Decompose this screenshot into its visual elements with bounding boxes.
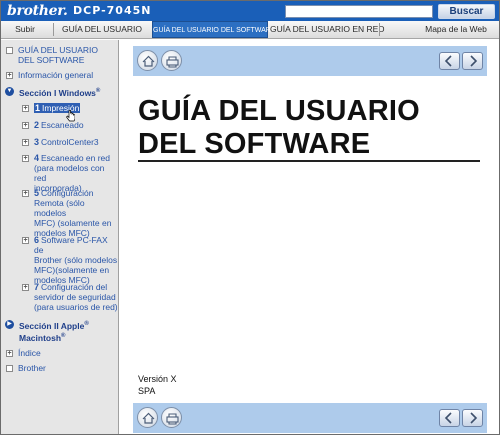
next-page-button[interactable] <box>462 409 483 427</box>
sidebar-item-sublabel: Brother (sólo modelos <box>34 255 118 265</box>
page-icon <box>6 365 13 372</box>
sidebar-section-macintosh[interactable]: ▶ Sección II Apple® Macintosh® <box>5 319 115 343</box>
sidebar-item-informacion[interactable]: + Información general <box>6 70 93 80</box>
bottom-toolbar <box>133 403 487 433</box>
arrow-left-icon <box>444 55 452 67</box>
expand-icon: + <box>22 155 29 162</box>
arrow-left-icon <box>444 412 452 424</box>
page-title-line2: DEL SOFTWARE <box>138 128 371 160</box>
print-button[interactable] <box>161 50 182 71</box>
sidebar-section-windows[interactable]: ▼ Sección I Windows® <box>5 86 100 98</box>
expand-icon: + <box>22 284 29 291</box>
sidebar-item-7[interactable]: + 7 Configuración del servidor de segurida… <box>22 282 118 312</box>
home-icon <box>142 55 155 67</box>
previous-page-button[interactable] <box>439 52 460 70</box>
print-button[interactable] <box>161 407 182 428</box>
sidebar-item-label: Índice <box>18 348 41 358</box>
page-title-line1: GUÍA DEL USUARIO <box>138 95 420 127</box>
search-button[interactable]: Buscar <box>438 4 495 19</box>
tab-guia-usuario[interactable]: GUÍA DEL USUARIO <box>57 21 147 38</box>
sidebar-item-label: Brother <box>18 363 46 373</box>
expand-icon: + <box>22 139 29 146</box>
sidebar-item-label: Escaneado <box>41 120 84 130</box>
printer-icon <box>166 56 179 68</box>
arrow-right-icon <box>470 55 478 67</box>
home-button[interactable] <box>137 50 158 71</box>
main-content: GUÍA DEL USUARIO DEL SOFTWARE Versión X … <box>121 40 499 434</box>
item-number: 2 <box>34 120 40 130</box>
sidebar-item-brother[interactable]: Brother <box>6 363 46 373</box>
nav-bar: Subir GUÍA DEL USUARIO GUÍA DEL USUARIO … <box>1 21 499 39</box>
registered-mark: ® <box>61 332 66 339</box>
sidebar-item-sublabel: MFC) (solamente en <box>34 218 112 228</box>
item-number: 1 <box>35 103 41 113</box>
tab-subir[interactable]: Subir <box>3 21 47 38</box>
expand-icon: + <box>22 190 29 197</box>
search-input[interactable] <box>285 5 433 18</box>
hand-cursor-icon <box>66 110 75 122</box>
tab-guia-software[interactable]: GUÍA DEL USUARIO DEL SOFTWARE <box>152 21 276 38</box>
sidebar-item-sublabel: (para usuarios de red) <box>34 302 118 312</box>
language-code: SPA <box>138 386 156 396</box>
title-divider <box>138 160 480 162</box>
page-icon <box>6 47 13 54</box>
sidebar-item-3[interactable]: + 3 ControlCenter3 <box>22 137 99 147</box>
nav-divider <box>379 23 380 36</box>
sidebar-item-label: Configuración <box>41 188 94 198</box>
expand-icon: + <box>22 237 29 244</box>
sidebar-item-label: Configuración del <box>41 282 108 292</box>
page-title: GUÍA DEL USUARIO DEL SOFTWARE <box>138 95 483 161</box>
item-number: 6 <box>34 235 40 245</box>
sidebar-item-label: Escaneado en red <box>41 153 111 163</box>
section-title: Sección I Windows <box>19 87 96 98</box>
header-banner: brother. DCP-7045N Buscar <box>1 1 499 21</box>
sidebar-item-label: GUÍA DEL USUARIO DEL SOFTWARE <box>18 45 98 65</box>
expand-icon: + <box>6 72 13 79</box>
sidebar-item-5[interactable]: + 5 Configuración Remota (sólo modelos MFC)… <box>22 188 118 238</box>
arrow-right-icon <box>470 412 478 424</box>
item-number: 7 <box>34 282 40 292</box>
sidebar-item-label: ControlCenter3 <box>41 137 99 147</box>
home-icon <box>142 412 155 424</box>
expand-icon: + <box>22 105 29 112</box>
printer-icon <box>166 413 179 425</box>
sidebar: GUÍA DEL USUARIO DEL SOFTWARE + Informac… <box>1 40 119 434</box>
item-number: 5 <box>34 188 40 198</box>
top-toolbar <box>133 46 487 76</box>
next-page-button[interactable] <box>462 52 483 70</box>
expand-icon: + <box>6 350 13 357</box>
expand-arrow-icon: ▶ <box>5 320 14 329</box>
sidebar-item-sublabel: (para modelos con red <box>34 163 105 183</box>
sidebar-item-indice[interactable]: + Índice <box>6 348 41 358</box>
tab-guia-red[interactable]: GUÍA DEL USUARIO EN RED <box>270 21 384 38</box>
sidebar-item-label: Software PC-FAX de <box>34 235 108 255</box>
sidebar-item-sublabel: servidor de seguridad <box>34 292 116 302</box>
nav-divider <box>53 23 54 36</box>
brand-logo: brother. <box>7 3 68 19</box>
section-title: Sección II Apple <box>19 320 85 331</box>
sidebar-item-sublabel: MFC)(solamente en <box>34 265 110 275</box>
item-number: 3 <box>34 137 40 147</box>
version-label: Versión X <box>138 374 177 384</box>
sidebar-item-sublabel: Remota (sólo modelos <box>34 198 85 218</box>
tab-mapa-web[interactable]: Mapa de la Web <box>421 21 491 38</box>
collapse-icon: ▼ <box>5 87 14 96</box>
sidebar-item-4[interactable]: + 4 Escaneado en red (para modelos con red… <box>22 153 118 193</box>
registered-mark: ® <box>95 88 101 94</box>
item-number: 4 <box>34 153 40 163</box>
model-name: DCP-7045N <box>73 4 152 17</box>
version-info: Versión X SPA <box>138 373 177 397</box>
expand-icon: + <box>22 122 29 129</box>
sidebar-item-6[interactable]: + 6 Software PC-FAX de Brother (sólo model… <box>22 235 118 285</box>
sidebar-item-label: Información general <box>18 70 94 80</box>
registered-mark: ® <box>84 321 89 327</box>
home-button[interactable] <box>137 407 158 428</box>
sidebar-item-guia-software[interactable]: GUÍA DEL USUARIO DEL SOFTWARE <box>6 45 116 65</box>
previous-page-button[interactable] <box>439 409 460 427</box>
section-title-line2: Macintosh <box>19 332 62 343</box>
